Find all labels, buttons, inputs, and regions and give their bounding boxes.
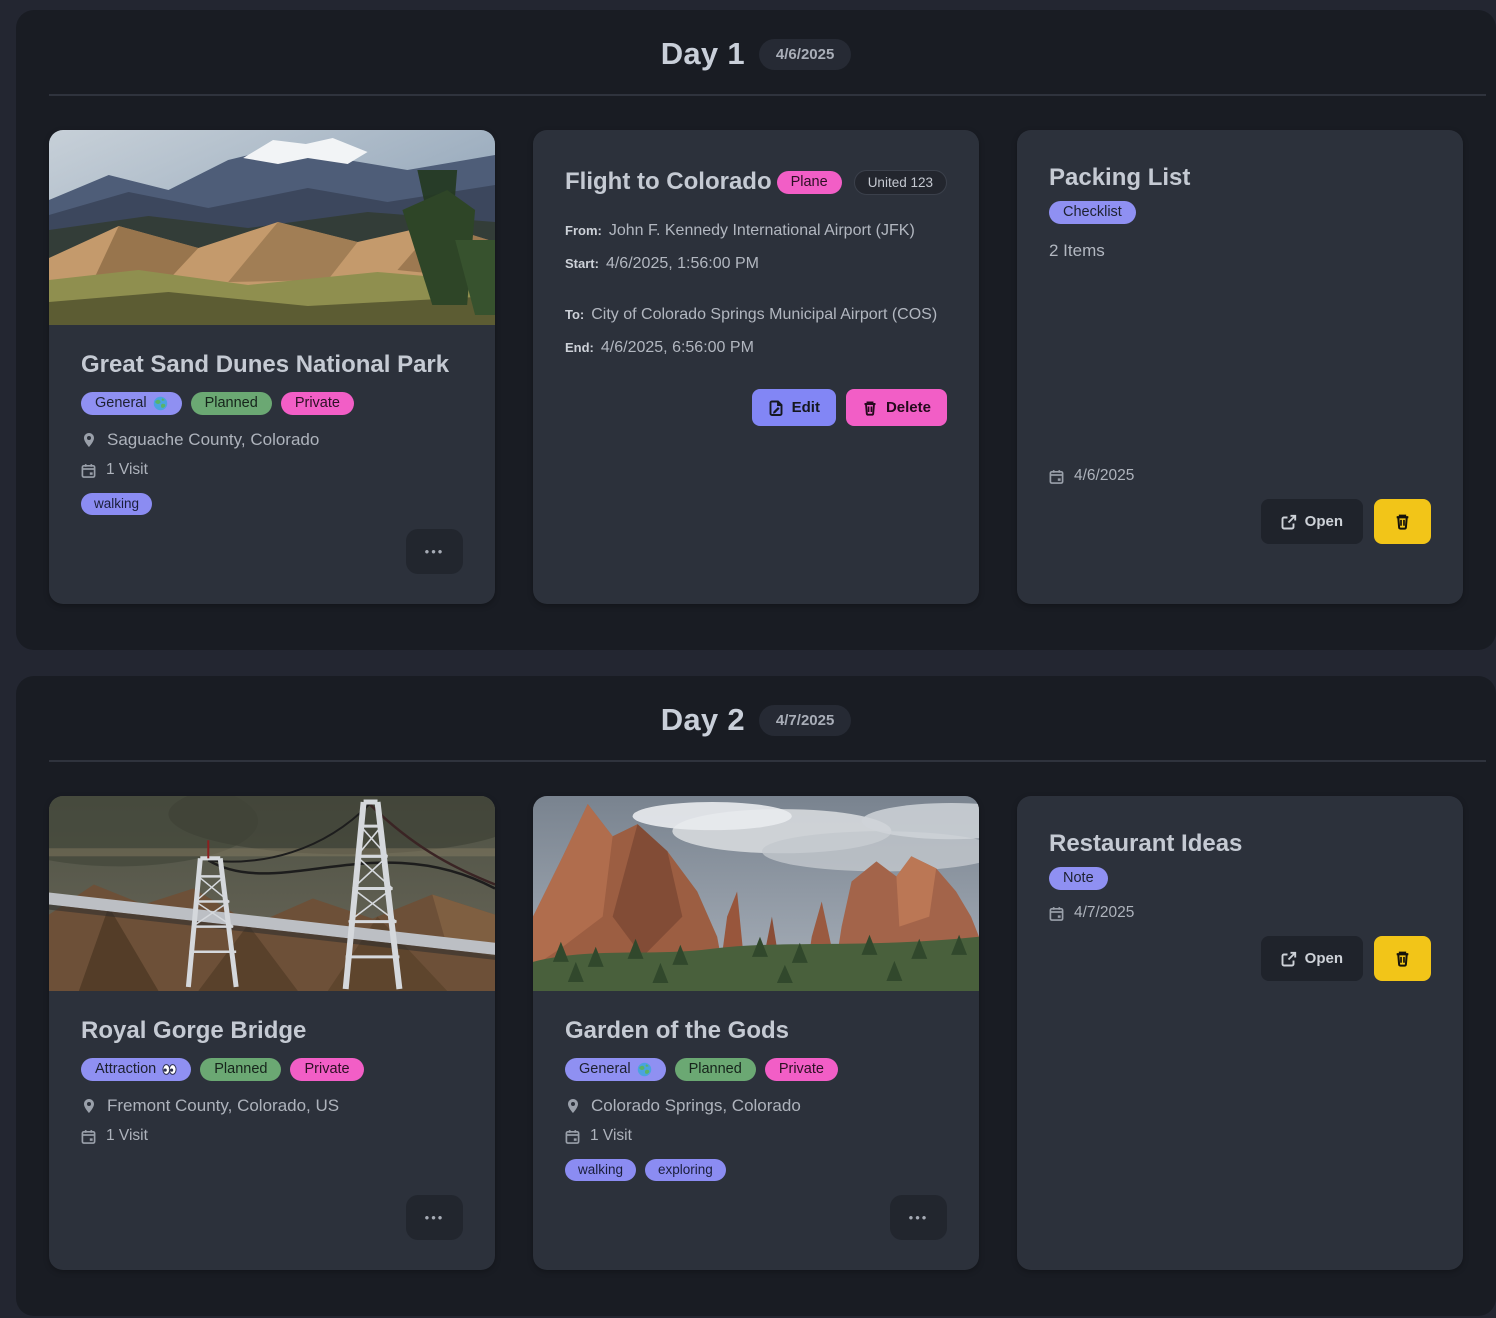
trash-icon	[1394, 950, 1411, 967]
items-count: 2 Items	[1049, 241, 1431, 261]
card-title: Royal Gorge Bridge	[81, 1017, 463, 1045]
day-2-title: Day 2	[661, 702, 745, 738]
delete-note-button[interactable]	[1374, 936, 1431, 981]
place-card-garden-of-the-gods[interactable]: Garden of the Gods General Planned Priva…	[533, 796, 979, 1270]
day-1-cards: Great Sand Dunes National Park General P…	[49, 130, 1463, 604]
status-badge[interactable]: Planned	[191, 392, 272, 415]
external-link-icon	[1281, 514, 1297, 530]
date-row: 4/7/2025	[1049, 904, 1431, 922]
flight-from-row: From:John F. Kennedy International Airpo…	[565, 222, 947, 240]
edit-button[interactable]: Edit	[752, 389, 836, 426]
more-button[interactable]: •••	[890, 1195, 947, 1240]
status-badge[interactable]: Planned	[200, 1058, 281, 1081]
great-sand-dunes-photo	[49, 130, 495, 325]
activity-tag[interactable]: walking	[565, 1159, 636, 1181]
category-badge[interactable]: General	[565, 1058, 666, 1081]
trash-icon	[1394, 513, 1411, 530]
calendar-icon	[81, 463, 96, 478]
location-row: Colorado Springs, Colorado	[565, 1096, 947, 1116]
location-pin-icon	[81, 1098, 97, 1114]
open-button[interactable]: Open	[1261, 936, 1363, 981]
day-2-divider	[49, 760, 1486, 762]
royal-gorge-bridge-photo	[49, 796, 495, 991]
visibility-badge[interactable]: Private	[281, 392, 354, 415]
visits-row: 1 Visit	[81, 461, 463, 479]
day-1-divider	[49, 94, 1486, 96]
calendar-icon	[81, 1129, 96, 1144]
category-badge[interactable]: General	[81, 392, 182, 415]
day-1-title: Day 1	[661, 36, 745, 72]
calendar-icon	[1049, 906, 1064, 921]
visibility-badge[interactable]: Private	[765, 1058, 838, 1081]
location-row: Fremont County, Colorado, US	[81, 1096, 463, 1116]
day-2-cards: Royal Gorge Bridge Attraction Planned Pr…	[49, 796, 1463, 1270]
day-section-2: Day 2 4/7/2025	[16, 676, 1496, 1316]
day-2-header: Day 2 4/7/2025	[49, 676, 1463, 760]
globe-icon	[153, 396, 168, 411]
place-card-royal-gorge-bridge[interactable]: Royal Gorge Bridge Attraction Planned Pr…	[49, 796, 495, 1270]
visits-row: 1 Visit	[565, 1127, 947, 1145]
delete-checklist-button[interactable]	[1374, 499, 1431, 544]
note-card[interactable]: Restaurant Ideas Note 4/7/2025 Open	[1017, 796, 1463, 1270]
type-badge[interactable]: Note	[1049, 867, 1108, 890]
more-button[interactable]: •••	[406, 1195, 463, 1240]
location-pin-icon	[81, 432, 97, 448]
checklist-card[interactable]: Packing List Checklist 2 Items 4/6/2025 …	[1017, 130, 1463, 604]
eyes-icon	[162, 1062, 177, 1077]
more-button[interactable]: •••	[406, 529, 463, 574]
garden-of-the-gods-photo	[533, 796, 979, 991]
status-badge[interactable]: Planned	[675, 1058, 756, 1081]
open-button[interactable]: Open	[1261, 499, 1363, 544]
date-row: 4/6/2025	[1049, 467, 1431, 485]
activity-tag[interactable]: exploring	[645, 1159, 726, 1181]
external-link-icon	[1281, 951, 1297, 967]
flight-to-row: To:City of Colorado Springs Municipal Ai…	[565, 306, 947, 324]
visibility-badge[interactable]: Private	[290, 1058, 363, 1081]
delete-button[interactable]: Delete	[846, 389, 947, 426]
day-2-date-badge: 4/7/2025	[759, 705, 851, 736]
day-1-date-badge: 4/6/2025	[759, 39, 851, 70]
edit-icon	[768, 400, 784, 416]
calendar-icon	[565, 1129, 580, 1144]
location-row: Saguache County, Colorado	[81, 430, 463, 450]
transport-type-badge[interactable]: Plane	[777, 171, 842, 194]
more-icon: •••	[909, 1210, 929, 1225]
type-badge[interactable]: Checklist	[1049, 201, 1136, 224]
category-badge[interactable]: Attraction	[81, 1058, 191, 1081]
calendar-icon	[1049, 469, 1064, 484]
visits-row: 1 Visit	[81, 1127, 463, 1145]
card-title: Restaurant Ideas	[1049, 830, 1431, 858]
more-icon: •••	[425, 544, 445, 559]
card-title: Flight to Colorado	[565, 168, 772, 196]
card-title: Packing List	[1049, 164, 1431, 192]
activity-tag[interactable]: walking	[81, 493, 152, 515]
day-1-header: Day 1 4/6/2025	[49, 10, 1463, 94]
flight-card[interactable]: Flight to Colorado Plane United 123 From…	[533, 130, 979, 604]
trash-icon	[862, 400, 878, 416]
globe-icon	[637, 1062, 652, 1077]
card-title: Garden of the Gods	[565, 1017, 947, 1045]
card-title: Great Sand Dunes National Park	[81, 351, 463, 379]
location-pin-icon	[565, 1098, 581, 1114]
flight-start-row: Start:4/6/2025, 1:56:00 PM	[565, 255, 947, 273]
day-section-1: Day 1 4/6/2025	[16, 10, 1496, 650]
place-card-great-sand-dunes[interactable]: Great Sand Dunes National Park General P…	[49, 130, 495, 604]
more-icon: •••	[425, 1210, 445, 1225]
flight-number-badge: United 123	[854, 170, 947, 195]
flight-end-row: End:4/6/2025, 6:56:00 PM	[565, 339, 947, 357]
